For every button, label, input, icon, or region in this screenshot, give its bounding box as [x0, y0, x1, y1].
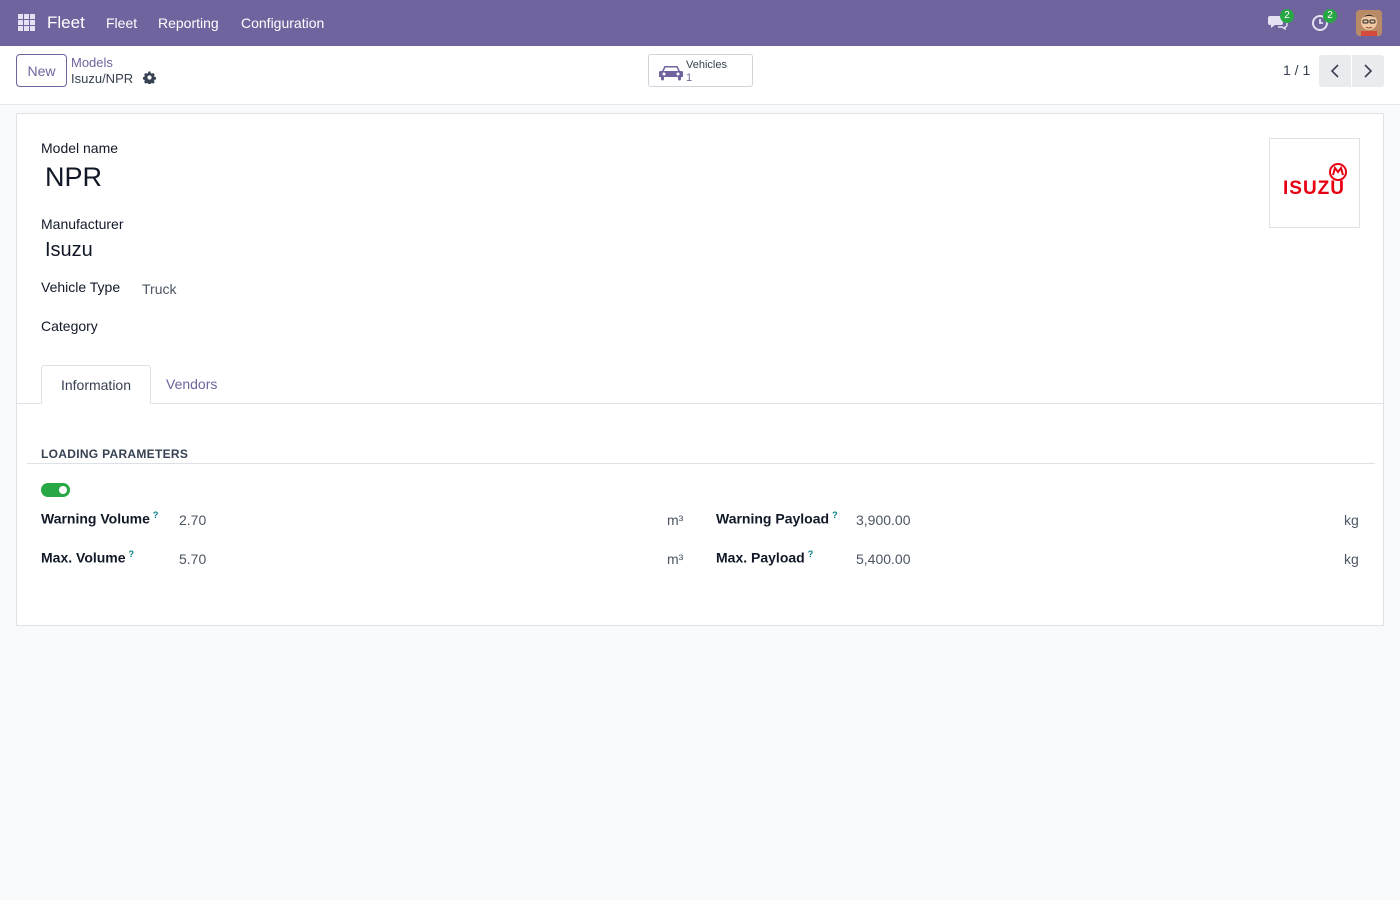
logo-text: ISUZU [1283, 178, 1345, 199]
manufacturer-field[interactable]: Isuzu [45, 239, 93, 262]
control-panel: New Models Isuzu/NPR Vehicles 1 1 / 1 [0, 46, 1400, 105]
warning-payload-field[interactable]: 3,900.00 [856, 512, 911, 528]
pager-previous-button[interactable] [1319, 55, 1351, 87]
max-volume-field[interactable]: 5.70 [179, 551, 206, 567]
max-payload-unit: kg [1344, 551, 1359, 567]
menu-reporting[interactable]: Reporting [158, 15, 219, 31]
brand-logo-image[interactable]: ISUZU [1269, 138, 1360, 228]
app-brand[interactable]: Fleet [47, 13, 85, 33]
form-sheet: Model name NPR Manufacturer Isuzu Vehicl… [16, 113, 1384, 626]
top-navbar: Fleet Fleet Reporting Configuration 2 2 [0, 0, 1400, 46]
breadcrumb-models[interactable]: Models [71, 55, 113, 70]
tab-information[interactable]: Information [41, 365, 151, 404]
max-volume-label: Max. Volume? [41, 549, 134, 566]
gear-icon[interactable] [143, 71, 156, 84]
warning-volume-label: Warning Volume? [41, 510, 158, 527]
pager-next-button[interactable] [1352, 55, 1384, 87]
max-payload-label: Max. Payload? [716, 549, 813, 566]
activities-badge: 2 [1323, 9, 1337, 23]
car-icon [659, 66, 683, 81]
category-label: Category [41, 318, 98, 334]
max-volume-unit: m³ [667, 551, 684, 567]
breadcrumb-current: Isuzu/NPR [71, 71, 134, 86]
section-divider [27, 463, 1375, 464]
warning-volume-label-text: Warning Volume [41, 510, 150, 527]
manufacturer-label: Manufacturer [41, 216, 124, 232]
apps-grid-icon[interactable] [18, 14, 35, 31]
vehicle-type-field[interactable]: Truck [142, 281, 176, 297]
smart-button-count: 1 [686, 72, 693, 84]
messages-button[interactable]: 2 [1268, 9, 1294, 33]
help-icon[interactable]: ? [808, 549, 814, 559]
max-payload-label-text: Max. Payload [716, 549, 805, 566]
chevron-left-icon [1330, 64, 1339, 78]
menu-fleet[interactable]: Fleet [106, 15, 137, 31]
warning-payload-label-text: Warning Payload [716, 510, 830, 527]
pager-value[interactable]: 1 / 1 [1283, 62, 1310, 78]
max-payload-field[interactable]: 5,400.00 [856, 551, 911, 567]
warning-payload-unit: kg [1344, 512, 1359, 528]
model-name-label: Model name [41, 140, 119, 156]
help-icon[interactable]: ? [129, 549, 135, 559]
vehicles-smart-button[interactable]: Vehicles 1 [648, 54, 753, 87]
section-title: LOADING PARAMETERS [41, 447, 189, 461]
warning-volume-field[interactable]: 2.70 [179, 512, 206, 528]
help-icon[interactable]: ? [832, 510, 838, 520]
vehicle-type-label: Vehicle Type [41, 279, 121, 295]
smart-button-label: Vehicles [686, 59, 727, 71]
model-name-field[interactable]: NPR [45, 162, 102, 193]
max-volume-label-text: Max. Volume [41, 549, 126, 566]
menu-configuration[interactable]: Configuration [241, 15, 324, 31]
tab-vendors[interactable]: Vendors [166, 365, 236, 404]
user-avatar[interactable] [1356, 10, 1382, 36]
help-icon[interactable]: ? [153, 510, 159, 520]
messages-badge: 2 [1280, 9, 1294, 23]
toggle-switch[interactable] [41, 483, 70, 497]
activities-button[interactable]: 2 [1311, 9, 1337, 33]
warning-payload-label: Warning Payload? [716, 510, 838, 527]
isuzu-logo: ISUZU [1283, 163, 1347, 199]
warning-volume-unit: m³ [667, 512, 684, 528]
chevron-right-icon [1364, 64, 1373, 78]
new-button[interactable]: New [16, 54, 67, 87]
